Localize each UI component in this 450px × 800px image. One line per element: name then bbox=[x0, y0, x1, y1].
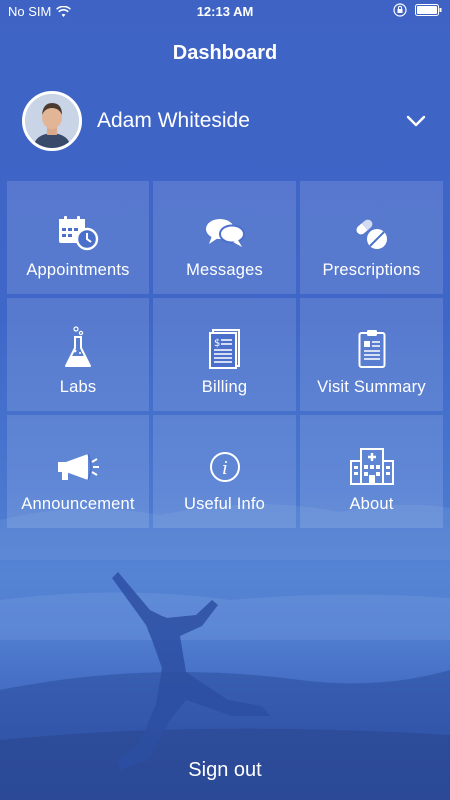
chevron-down-icon[interactable] bbox=[404, 109, 428, 133]
profile-row[interactable]: Adam Whiteside bbox=[22, 88, 428, 154]
avatar[interactable] bbox=[22, 91, 82, 151]
sign-out-button[interactable]: Sign out bbox=[0, 759, 450, 782]
avatar-photo bbox=[25, 94, 79, 148]
tile-label: Labs bbox=[59, 378, 97, 396]
tile-label: Visit Summary bbox=[317, 378, 426, 396]
pills-icon bbox=[355, 217, 387, 249]
flask-icon bbox=[65, 326, 91, 367]
battery-icon bbox=[415, 4, 442, 16]
tile-label: Messages bbox=[186, 261, 263, 279]
page-title: Dashboard bbox=[172, 42, 278, 64]
tile-announcement[interactable]: Announcement bbox=[7, 415, 149, 528]
chat-bubbles-icon bbox=[205, 219, 245, 247]
tile-useful-info[interactable]: i Useful Info bbox=[153, 415, 296, 528]
dashboard-grid: Appointments Messages Prescriptions Labs… bbox=[7, 181, 443, 528]
status-time: 12:13 AM bbox=[196, 4, 254, 19]
tile-prescriptions[interactable]: Prescriptions bbox=[300, 181, 443, 294]
tile-appointments[interactable]: Appointments bbox=[7, 181, 149, 294]
status-bar: No SIM 12:13 AM bbox=[0, 0, 450, 24]
calendar-clock-icon bbox=[59, 216, 99, 251]
dashboard-screen: No SIM 12:13 AM Dashboard Adam Whiteside… bbox=[0, 0, 450, 800]
megaphone-icon bbox=[58, 453, 99, 481]
tile-label: Announcement bbox=[21, 495, 135, 513]
svg-text:$: $ bbox=[214, 338, 220, 349]
hospital-icon bbox=[349, 448, 394, 485]
orientation-lock-icon bbox=[393, 3, 407, 17]
clipboard-icon bbox=[358, 330, 385, 368]
svg-text:i: i bbox=[222, 458, 228, 479]
tile-messages[interactable]: Messages bbox=[153, 181, 296, 294]
user-name: Adam Whiteside bbox=[97, 109, 250, 132]
tile-label: Appointments bbox=[26, 261, 130, 279]
tile-label: Useful Info bbox=[183, 495, 266, 513]
info-icon: i bbox=[209, 452, 240, 482]
tile-label: Billing bbox=[201, 378, 248, 396]
tile-label: Prescriptions bbox=[322, 261, 421, 279]
tile-visit-summary[interactable]: Visit Summary bbox=[300, 298, 443, 411]
status-right bbox=[393, 3, 442, 17]
invoice-icon: $ bbox=[208, 329, 240, 369]
tile-label: About bbox=[349, 495, 394, 513]
tile-labs[interactable]: Labs bbox=[7, 298, 149, 411]
tile-billing[interactable]: $ Billing bbox=[153, 298, 296, 411]
tile-about[interactable]: About bbox=[300, 415, 443, 528]
